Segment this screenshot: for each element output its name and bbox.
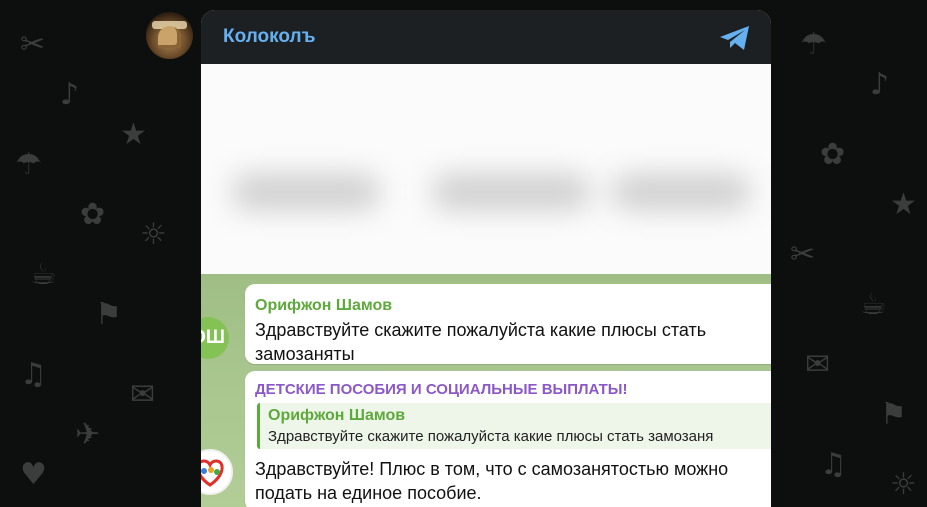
channel-title[interactable]: Колоколъ: [223, 26, 315, 48]
message-bubble[interactable]: Орифжон Шамов Здравствуйте скажите пожал…: [245, 284, 771, 364]
channel-header: Колоколъ: [201, 10, 771, 64]
telegram-plane-icon[interactable]: [718, 24, 752, 52]
message-text: Здравствуйте скажите пожалуйста какие пл…: [255, 318, 706, 366]
chat-area: ОШ Орифжон Шамов Здравствуйте скажите по…: [201, 274, 771, 507]
reply-quote[interactable]: Орифжон Шамов Здравствуйте скажите пожал…: [257, 403, 771, 449]
avatar[interactable]: [201, 449, 233, 495]
avatar[interactable]: ОШ: [201, 317, 229, 359]
message-author[interactable]: ДЕТСКИЕ ПОСОБИЯ И СОЦИАЛЬНЫЕ ВЫПЛАТЫ!: [255, 381, 627, 398]
channel-avatar[interactable]: [146, 12, 193, 59]
message-text: Здравствуйте! Плюс в том, что с самозаня…: [255, 457, 728, 505]
message-bubble[interactable]: ДЕТСКИЕ ПОСОБИЯ И СОЦИАЛЬНЫЕ ВЫПЛАТЫ! Ор…: [245, 371, 771, 507]
message-author[interactable]: Орифжон Шамов: [255, 297, 392, 315]
message-text-line: замозаняты: [255, 344, 355, 364]
message-text-line: Здравствуйте скажите пожалуйста какие пл…: [255, 320, 707, 340]
channel-preview-card: Колоколъ ОШ Орифжон Шамов Здравствуйте с…: [201, 10, 771, 507]
family-heart-icon: [201, 459, 224, 487]
reply-author: Орифжон Шамов: [268, 407, 406, 424]
reply-text: Здравствуйте скажите пожалуйста какие пл…: [268, 428, 714, 445]
blurred-image: [201, 64, 771, 274]
message-text-line: Здравствуйте! Плюс в том, что с самозаня…: [255, 459, 729, 479]
message-text-line: подать на единое пособие.: [255, 483, 482, 503]
